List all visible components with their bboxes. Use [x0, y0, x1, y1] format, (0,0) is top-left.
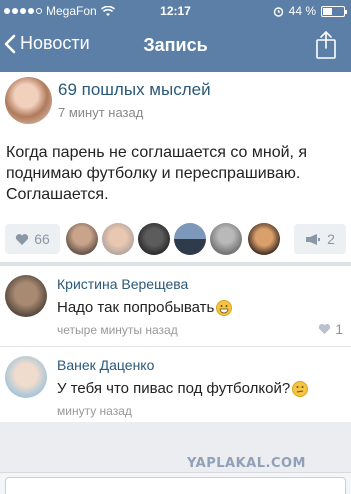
- comment-text-row: У тебя что пивас под футболкой?: [57, 380, 309, 397]
- post-time: 7 минут назад: [58, 105, 144, 120]
- chevron-left-icon: [4, 34, 16, 53]
- back-label: Новости: [20, 33, 90, 53]
- back-button[interactable]: Новости: [4, 33, 90, 54]
- comment-text: У тебя что пивас под футболкой?: [57, 380, 291, 397]
- comment-input-bar: [0, 472, 351, 494]
- comment-like-button[interactable]: 1: [318, 321, 343, 337]
- liker-avatar[interactable]: [174, 223, 206, 255]
- post-actions: 66 2: [0, 222, 351, 260]
- avatar[interactable]: [5, 77, 52, 124]
- confused-emoji-icon: [292, 380, 309, 397]
- comment-time: четыре минуты назад: [57, 323, 178, 337]
- grin-emoji-icon: [216, 299, 233, 316]
- status-right: 44 %: [273, 4, 347, 18]
- comment-input[interactable]: [5, 477, 346, 494]
- post-author[interactable]: 69 пошлых мыслей: [58, 80, 211, 100]
- heart-icon: [319, 324, 331, 335]
- battery-fill: [323, 7, 332, 15]
- heart-icon: [16, 233, 29, 245]
- nav-bar: Новости Запись: [0, 22, 351, 72]
- comment-like-count: 1: [335, 321, 343, 337]
- post-card: 69 пошлых мыслей 7 минут назад Когда пар…: [0, 72, 351, 262]
- battery-percent: 44 %: [288, 4, 316, 18]
- battery-icon: [321, 5, 347, 17]
- bottom-area: YAPLAKAL.COM: [0, 422, 351, 494]
- avatar[interactable]: [5, 275, 47, 317]
- comment-author[interactable]: Кристина Верещева: [57, 276, 188, 292]
- comment-author[interactable]: Ванек Даценко: [57, 357, 154, 373]
- liker-avatar[interactable]: [210, 223, 242, 255]
- post-text: Когда парень не соглашается со мной, я п…: [6, 144, 308, 203]
- liker-avatar[interactable]: [102, 223, 134, 255]
- repost-count: 2: [327, 231, 335, 247]
- liker-avatar[interactable]: [66, 223, 98, 255]
- repost-button[interactable]: 2: [294, 224, 346, 254]
- like-button[interactable]: 66: [5, 224, 60, 254]
- liker-avatar[interactable]: [248, 223, 280, 255]
- alarm-icon: [273, 6, 283, 17]
- avatar[interactable]: [5, 356, 47, 398]
- liker-avatar[interactable]: [138, 223, 170, 255]
- comment-text: Надо так попробывать: [57, 299, 215, 316]
- comment-time: минуту назад: [57, 404, 132, 418]
- comment-text-row: Надо так попробывать: [57, 299, 233, 316]
- megaphone-icon: [306, 233, 321, 245]
- watermark: YAPLAKAL.COM: [187, 456, 306, 471]
- comment-item: Кристина Верещева Надо так попробывать ч…: [0, 266, 351, 346]
- share-icon[interactable]: [315, 30, 337, 60]
- like-count: 66: [34, 231, 50, 247]
- status-bar: MegaFon 12:17 44 %: [0, 0, 351, 22]
- comment-item: Ванек Даценко У тебя что пивас под футбо…: [0, 346, 351, 422]
- app-header: MegaFon 12:17 44 % Новости Запись: [0, 0, 351, 72]
